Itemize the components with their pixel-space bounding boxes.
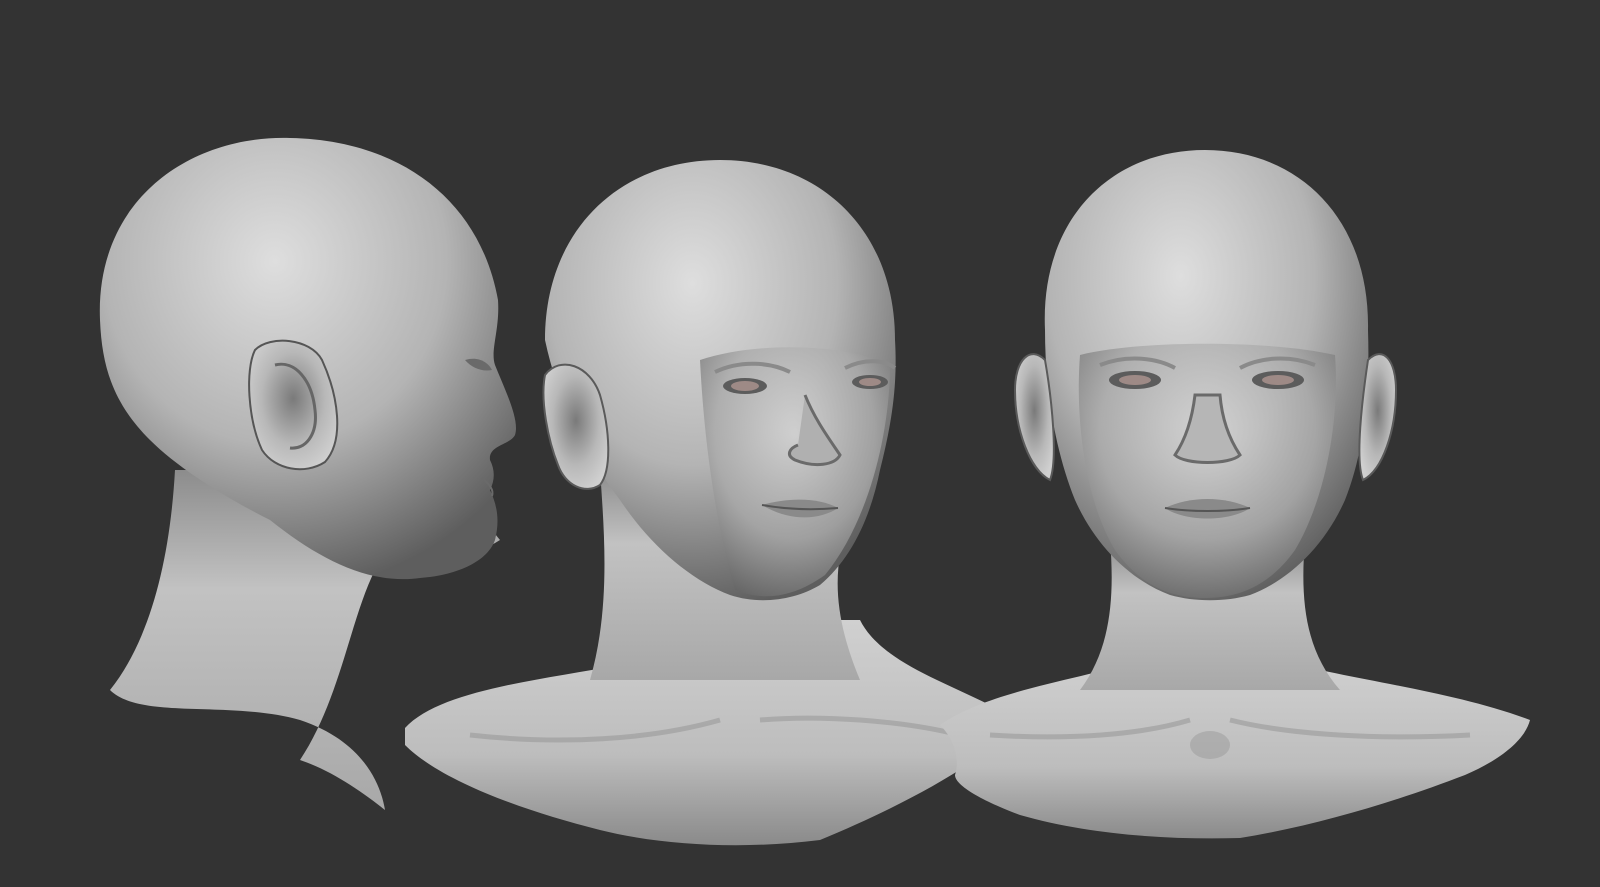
render-viewport [0, 0, 1600, 887]
front-view-bust [940, 150, 1530, 839]
front-ear-left [1013, 353, 1055, 482]
sculpt-render [99, 137, 1530, 846]
